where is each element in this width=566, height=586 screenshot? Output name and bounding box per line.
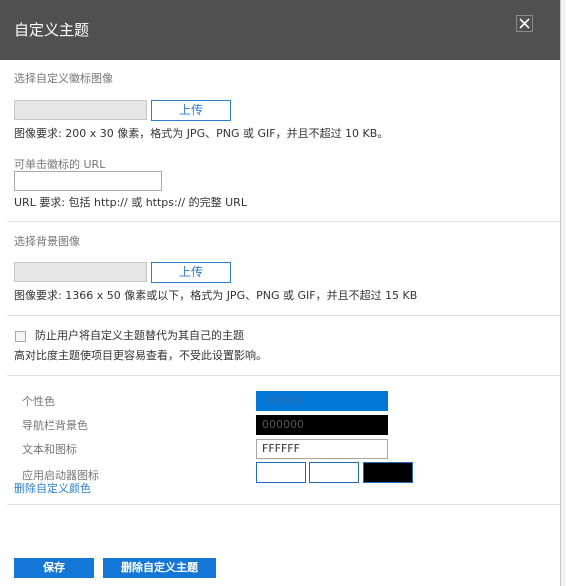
section-divider bbox=[7, 221, 560, 222]
remove-custom-colors-link[interactable]: 删除自定义颜色 bbox=[14, 482, 91, 496]
accent-color-input[interactable]: 0078D7 bbox=[256, 391, 388, 411]
high-contrast-note: 高对比度主题使项目更容易查看，不受此设置影响。 bbox=[14, 349, 267, 362]
nav-bg-color-input[interactable]: 000000 bbox=[256, 415, 388, 435]
prevent-override-checkbox[interactable] bbox=[15, 331, 26, 342]
nav-bg-color-label: 导航栏背景色 bbox=[22, 419, 88, 432]
background-file-field[interactable] bbox=[14, 262, 147, 282]
section-divider bbox=[7, 315, 560, 316]
accent-color-label: 个性色 bbox=[22, 395, 55, 408]
logo-url-label: 可单击徽标的 URL bbox=[14, 158, 106, 171]
dialog-header: 自定义主题 bbox=[0, 0, 560, 60]
remove-custom-theme-button[interactable]: 删除自定义主题 bbox=[103, 558, 216, 578]
logo-image-requirement: 图像要求: 200 x 30 像素，格式为 JPG、PNG 或 GIF，并且不超… bbox=[14, 127, 389, 140]
text-icons-color-label: 文本和图标 bbox=[22, 443, 77, 456]
prevent-override-label[interactable]: 防止用户将自定义主题替代为其自己的主题 bbox=[35, 329, 244, 343]
launcher-color-swatch[interactable] bbox=[256, 462, 306, 483]
save-button[interactable]: 保存 bbox=[14, 558, 94, 578]
logo-upload-button[interactable]: 上传 bbox=[151, 100, 231, 121]
dialog-scroll-edge bbox=[560, 0, 566, 586]
close-button[interactable] bbox=[516, 15, 533, 32]
close-icon bbox=[519, 18, 530, 29]
logo-url-requirement: URL 要求: 包括 http:// 或 https:// 的完整 URL bbox=[14, 196, 247, 209]
section-divider bbox=[7, 375, 560, 376]
launcher-icon-label: 应用启动器图标 bbox=[22, 469, 99, 482]
launcher-color-swatch[interactable] bbox=[363, 462, 413, 483]
logo-file-field[interactable] bbox=[14, 100, 147, 120]
launcher-color-swatch[interactable] bbox=[309, 462, 359, 483]
background-image-requirement: 图像要求: 1366 x 50 像素或以下，格式为 JPG、PNG 或 GIF，… bbox=[14, 289, 418, 302]
dialog-title: 自定义主题 bbox=[14, 21, 90, 39]
background-image-label: 选择背景图像 bbox=[14, 235, 80, 248]
logo-url-input[interactable] bbox=[14, 171, 162, 191]
logo-image-label: 选择自定义徽标图像 bbox=[14, 72, 113, 85]
background-upload-button[interactable]: 上传 bbox=[151, 262, 231, 283]
section-divider bbox=[7, 504, 560, 505]
text-icons-color-input[interactable]: FFFFFF bbox=[256, 439, 388, 459]
